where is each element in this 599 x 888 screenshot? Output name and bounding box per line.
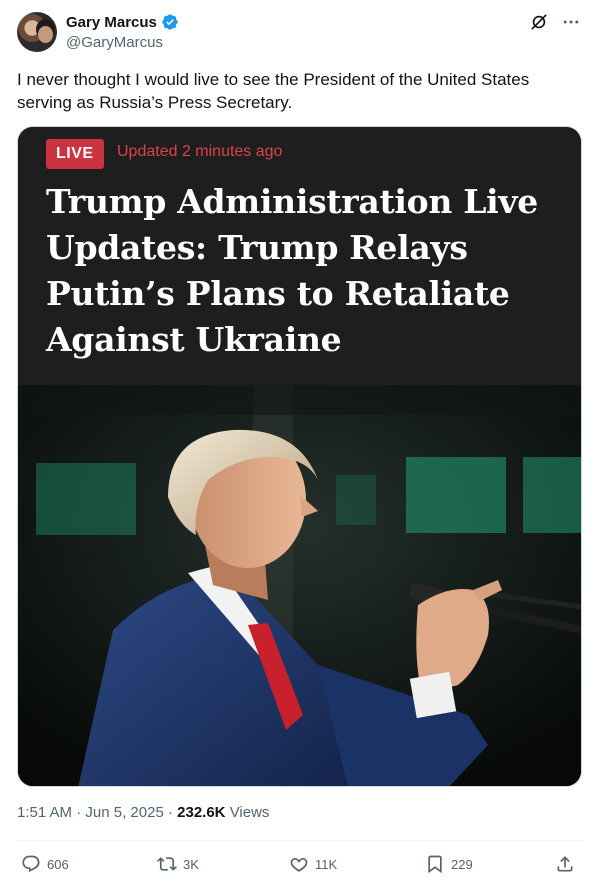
more-icon[interactable] [561, 12, 581, 32]
repost-button[interactable]: 3K [157, 850, 199, 878]
article-header: LIVE Updated 2 minutes ago Trump Adminis… [18, 127, 581, 385]
author-name-row: Gary Marcus [66, 12, 179, 32]
updated-timestamp: Updated 2 minutes ago [117, 143, 283, 160]
share-icon [557, 856, 573, 872]
reply-icon [22, 855, 40, 873]
bookmark-count: 229 [451, 856, 473, 872]
tweet-time[interactable]: 1:51 AM [17, 804, 72, 821]
divider [17, 840, 582, 841]
avatar[interactable] [17, 12, 57, 52]
header-icons [529, 12, 581, 32]
like-count: 11K [315, 856, 338, 872]
repost-icon [157, 857, 177, 871]
author-display-name[interactable]: Gary Marcus [66, 14, 157, 31]
tweet-date[interactable]: Jun 5, 2025 [85, 804, 163, 821]
meta-separator-2: · [167, 804, 173, 821]
media-card[interactable]: LIVE Updated 2 minutes ago Trump Adminis… [17, 126, 582, 787]
action-bar: 606 3K 11K 229 [17, 850, 582, 878]
author-handle[interactable]: @GaryMarcus [66, 34, 163, 51]
tweet-text: I never thought I would live to see the … [17, 70, 530, 112]
photo-illustration [18, 385, 581, 786]
meta-separator: · [76, 804, 82, 821]
article-headline: Trump Administration Live Updates: Trump… [46, 182, 538, 359]
reply-count: 606 [47, 856, 69, 872]
live-badge: LIVE [46, 139, 104, 169]
article-photo [18, 385, 581, 786]
heart-icon [290, 858, 308, 872]
tweet: Gary Marcus @GaryMarcus I never thought … [0, 0, 599, 888]
verified-badge-icon [161, 13, 179, 31]
bookmark-button[interactable]: 229 [425, 850, 473, 878]
tweet-meta: 1:51 AM · Jun 5, 2025 · 232.6K Views [17, 804, 269, 821]
views-label: Views [229, 804, 270, 821]
share-button[interactable] [555, 850, 575, 878]
like-button[interactable]: 11K [289, 850, 337, 878]
bookmark-icon [428, 855, 442, 874]
repost-count: 3K [183, 856, 199, 872]
grok-icon[interactable] [529, 12, 549, 32]
views-count: 232.6K [177, 804, 226, 821]
reply-button[interactable]: 606 [21, 850, 69, 878]
